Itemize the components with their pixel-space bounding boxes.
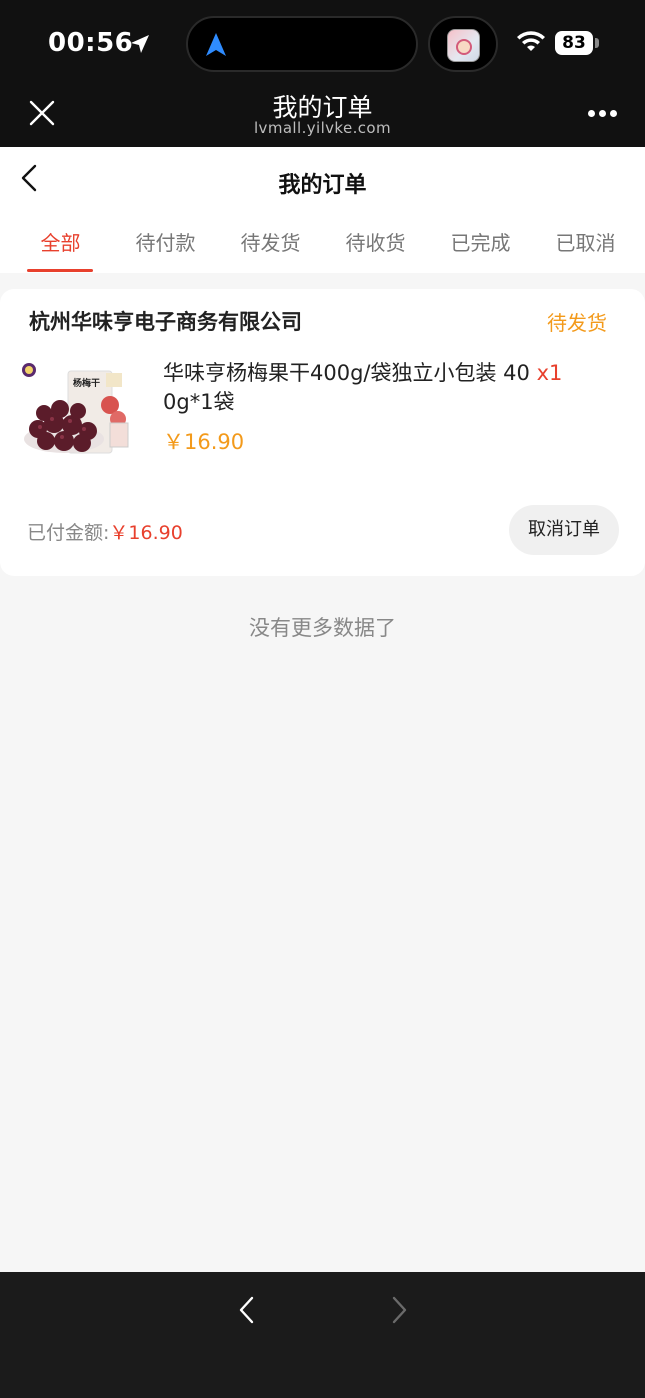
more-icon[interactable] xyxy=(588,110,618,118)
product-price: ￥16.90 xyxy=(163,430,245,454)
tab-pending-shipment[interactable]: 待发货 xyxy=(218,229,323,273)
active-tab-indicator xyxy=(27,269,93,272)
paid-amount-row: 已付金额:￥16.90 xyxy=(27,518,183,545)
product-thumbnail[interactable]: 杨梅干 xyxy=(20,359,132,463)
paid-amount: ￥16.90 xyxy=(109,522,183,544)
order-card[interactable]: 杭州华味亨电子商务有限公司 待发货 杨梅干 华味亨杨梅果干400g/袋独立小包装… xyxy=(0,289,645,576)
tab-completed[interactable]: 已完成 xyxy=(428,229,533,273)
browser-back-icon[interactable] xyxy=(236,1294,258,1326)
location-arrow-icon xyxy=(131,35,149,53)
product-name[interactable]: 华味亨杨梅果干400g/袋独立小包装 40 x1 0g*1袋 xyxy=(163,359,613,417)
status-and-browser-header: 00:56 83 我的订单 lvmall.yilvke.com xyxy=(0,0,645,147)
tab-all[interactable]: 全部 xyxy=(8,229,113,273)
product-name-cont: 0g*1袋 xyxy=(163,390,235,414)
tab-pending-payment[interactable]: 待付款 xyxy=(113,229,218,273)
battery-icon: 83 xyxy=(555,31,593,55)
tab-cancelled[interactable]: 已取消 xyxy=(533,229,638,273)
browser-bottom-bar xyxy=(0,1272,645,1398)
wifi-icon xyxy=(517,31,545,51)
paid-label: 已付金额: xyxy=(27,522,110,544)
dynamic-island xyxy=(186,16,418,72)
order-tabs: 全部 待付款 待发货 待收货 已完成 已取消 xyxy=(0,229,645,273)
cancel-order-button[interactable]: 取消订单 xyxy=(509,505,619,555)
thumb-brand-text: 杨梅干 xyxy=(73,377,100,389)
battery-tip xyxy=(595,38,599,48)
app-icon xyxy=(447,29,480,62)
browser-url: lvmall.yilvke.com xyxy=(253,119,392,137)
shop-name: 杭州华味亨电子商务有限公司 xyxy=(29,310,302,334)
browser-forward-icon[interactable] xyxy=(388,1294,410,1326)
tab-pending-receipt[interactable]: 待收货 xyxy=(323,229,428,273)
no-more-data-text: 没有更多数据了 xyxy=(249,616,396,640)
order-status-badge: 待发货 xyxy=(547,311,607,335)
status-time: 00:56 xyxy=(48,28,134,58)
dynamic-island-app xyxy=(428,16,498,72)
navigation-icon xyxy=(206,33,226,56)
product-name-text: 华味亨杨梅果干400g/袋独立小包装 40 xyxy=(163,361,530,385)
page-header: 我的订单 全部 待付款 待发货 待收货 已完成 已取消 xyxy=(0,147,645,273)
product-quantity: x1 xyxy=(536,361,563,385)
page-title: 我的订单 xyxy=(278,173,367,198)
